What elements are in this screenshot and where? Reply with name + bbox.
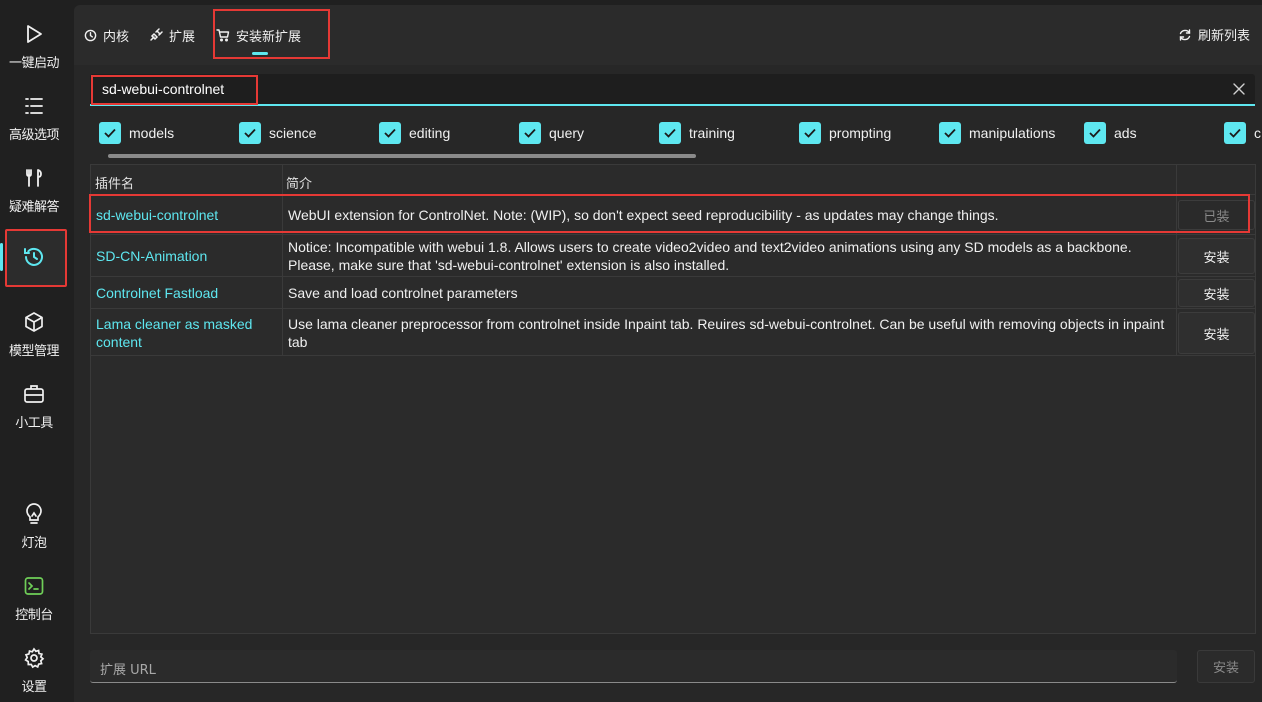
- sidebar-item-history[interactable]: [0, 245, 68, 269]
- filter-label: manipulations: [969, 125, 1056, 141]
- extension-description: Notice: Incompatible with webui 1.8. All…: [288, 239, 1132, 273]
- toolbox-icon: [22, 382, 46, 406]
- filter-label: ads: [1114, 125, 1137, 141]
- sidebar-item-tools[interactable]: 小工具: [0, 382, 68, 431]
- gear-icon: [22, 646, 46, 670]
- sidebar-item-models[interactable]: 模型管理: [0, 310, 68, 359]
- install-button[interactable]: 安装: [1178, 312, 1255, 354]
- tab-extensions[interactable]: 扩展: [149, 25, 195, 45]
- refresh-label: 刷新列表: [1197, 29, 1250, 44]
- history-icon: [22, 245, 46, 269]
- sidebar-item-label: 控制台: [15, 608, 53, 623]
- install-button[interactable]: 安装: [1178, 279, 1255, 307]
- sidebar-item-bulb[interactable]: 灯泡: [0, 502, 68, 551]
- url-placeholder: 扩展 URL: [100, 663, 156, 678]
- filter-label: training: [689, 125, 735, 141]
- sidebar-item-label: 一键启动: [8, 56, 60, 71]
- checkmark-icon: [659, 122, 681, 144]
- filter-checkbox-query[interactable]: query: [519, 122, 584, 144]
- lightbulb-icon: [22, 502, 46, 526]
- tab-install-highlight: [213, 9, 330, 59]
- sidebar-item-label: 灯泡: [21, 536, 47, 551]
- horizontal-scrollbar[interactable]: [108, 154, 696, 158]
- checkmark-icon: [239, 122, 261, 144]
- filter-checkbox-manipulations[interactable]: manipulations: [939, 122, 1055, 144]
- column-header-name: 插件名: [95, 177, 135, 192]
- tools-icon: [22, 166, 46, 190]
- sidebar: 一键启动 高级选项 疑难解答 模型管理 小工具 灯泡 控制台 设置: [0, 0, 70, 702]
- clock-icon: [84, 29, 97, 41]
- sidebar-item-label: 模型管理: [8, 344, 60, 359]
- extension-description: Use lama cleaner preprocessor from contr…: [288, 316, 1165, 350]
- install-button[interactable]: 安装: [1178, 238, 1255, 274]
- sidebar-item-label: 小工具: [15, 416, 53, 431]
- filter-checkbox-ads[interactable]: ads: [1084, 122, 1137, 144]
- row-highlight: [89, 194, 1250, 233]
- filter-checkbox-models[interactable]: models: [99, 122, 174, 144]
- terminal-icon: [22, 574, 46, 598]
- filter-label: prompting: [829, 125, 892, 141]
- table-row: Lama cleaner as masked content Use lama …: [91, 309, 1255, 356]
- column-header-desc: 简介: [286, 177, 313, 192]
- extension-name-link[interactable]: SD-CN-Animation: [96, 247, 276, 265]
- tag-filters: models science editing query training pr…: [90, 120, 1262, 148]
- sidebar-item-label: 高级选项: [8, 128, 60, 143]
- main-panel: 内核 扩展 安装新扩展 刷新列表 sd-webui-controlnet mod…: [74, 5, 1262, 702]
- sidebar-item-label: 设置: [21, 680, 47, 695]
- search-input[interactable]: sd-webui-controlnet: [90, 74, 1255, 106]
- extension-name-link[interactable]: Controlnet Fastload: [96, 284, 276, 302]
- extension-url-input[interactable]: 扩展 URL: [90, 650, 1177, 683]
- extension-description: Save and load controlnet parameters: [288, 285, 518, 301]
- extension-name-link[interactable]: Lama cleaner as masked content: [96, 315, 276, 351]
- filter-checkbox-science[interactable]: science: [239, 122, 316, 144]
- table-header: 插件名 简介: [91, 165, 1255, 195]
- filter-label: editing: [409, 125, 451, 141]
- checkmark-icon: [99, 122, 121, 144]
- sidebar-item-troubleshoot[interactable]: 疑难解答: [0, 166, 68, 215]
- install-url-button[interactable]: 安装: [1197, 650, 1255, 683]
- filter-checkbox-partial[interactable]: c: [1224, 122, 1261, 144]
- sidebar-item-console[interactable]: 控制台: [0, 574, 68, 623]
- cube-icon: [22, 310, 46, 334]
- plug-icon: [150, 28, 163, 41]
- tab-core[interactable]: 内核: [84, 25, 129, 45]
- play-icon: [22, 22, 46, 46]
- extensions-table: 插件名 简介 sd-webui-controlnet WebUI extensi…: [89, 164, 1256, 634]
- filter-label: models: [129, 125, 175, 141]
- refresh-button[interactable]: 刷新列表: [1178, 25, 1250, 44]
- filter-checkbox-editing[interactable]: editing: [379, 122, 450, 144]
- sidebar-item-launch[interactable]: 一键启动: [0, 22, 68, 71]
- filter-label: query: [549, 125, 585, 141]
- checkmark-icon: [799, 122, 821, 144]
- tab-label: 扩展: [169, 29, 196, 45]
- table-row: SD-CN-Animation Notice: Incompatible wit…: [91, 235, 1255, 277]
- tab-bar: 内核 扩展 安装新扩展 刷新列表: [74, 5, 1262, 65]
- checkmark-icon: [379, 122, 401, 144]
- sidebar-item-label: 疑难解答: [8, 200, 60, 215]
- sidebar-item-advanced[interactable]: 高级选项: [0, 94, 68, 143]
- list-icon: [22, 94, 46, 118]
- close-icon[interactable]: [1229, 79, 1249, 99]
- search-highlight: [91, 75, 258, 105]
- filter-label: c: [1254, 125, 1261, 141]
- checkmark-icon: [519, 122, 541, 144]
- filter-label: science: [269, 125, 317, 141]
- checkmark-icon: [1224, 122, 1246, 144]
- tab-label: 内核: [103, 29, 130, 45]
- app-window: 一键启动 高级选项 疑难解答 模型管理 小工具 灯泡 控制台 设置 内核 扩展 …: [0, 0, 1262, 702]
- checkmark-icon: [1084, 122, 1106, 144]
- sidebar-item-settings[interactable]: 设置: [0, 646, 68, 695]
- refresh-icon: [1179, 28, 1191, 41]
- checkmark-icon: [939, 122, 961, 144]
- table-row: Controlnet Fastload Save and load contro…: [91, 277, 1255, 309]
- filter-checkbox-training[interactable]: training: [659, 122, 735, 144]
- filter-checkbox-prompting[interactable]: prompting: [799, 122, 891, 144]
